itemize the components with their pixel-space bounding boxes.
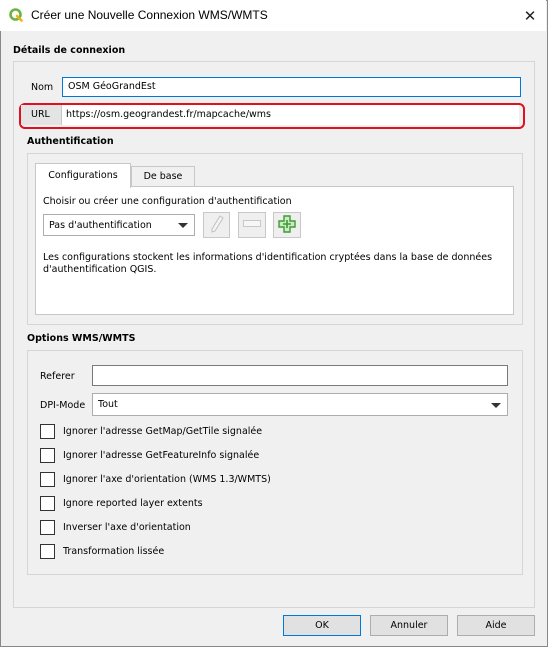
add-plus-icon <box>278 214 296 236</box>
title-bar[interactable]: Créer une Nouvelle Connexion WMS/WMTS ✕ <box>0 0 546 31</box>
checkbox-invert-axis-label[interactable]: Inverser l'axe d'orientation <box>63 522 191 533</box>
remove-minus-icon <box>243 219 261 231</box>
checkbox-invert-axis[interactable] <box>40 520 55 535</box>
checkbox-ignore-axis-orientation[interactable] <box>40 472 55 487</box>
authentication-heading: Authentification <box>27 136 114 147</box>
window-title: Créer une Nouvelle Connexion WMS/WMTS <box>31 8 268 22</box>
name-input[interactable]: OSM GéoGrandEst <box>62 77 521 97</box>
ok-button[interactable]: OK <box>283 615 361 636</box>
url-label: URL <box>31 109 50 120</box>
referer-input[interactable] <box>92 365 508 386</box>
checkbox-ignore-getmap[interactable] <box>40 424 55 439</box>
cancel-button[interactable]: Annuler <box>370 615 448 636</box>
auth-info-line-2: d'authentification QGIS. <box>43 264 157 275</box>
checkbox-ignore-getfeatureinfo-label[interactable]: Ignorer l'adresse GetFeatureInfo signalé… <box>63 450 259 461</box>
checkbox-ignore-layer-extents-label[interactable]: Ignore reported layer extents <box>63 498 203 509</box>
close-icon[interactable]: ✕ <box>516 2 544 29</box>
auth-choose-label: Choisir ou créer une configuration d'aut… <box>43 196 292 207</box>
help-button[interactable]: Aide <box>457 615 535 636</box>
checkbox-ignore-layer-extents[interactable] <box>40 496 55 511</box>
dpi-mode-select[interactable]: Tout <box>92 393 508 416</box>
checkbox-ignore-getfeatureinfo[interactable] <box>40 448 55 463</box>
checkbox-ignore-getmap-label[interactable]: Ignorer l'adresse GetMap/GetTile signalé… <box>63 426 262 437</box>
remove-config-button[interactable] <box>238 212 266 238</box>
dpi-mode-label: DPI-Mode <box>40 400 86 411</box>
name-label: Nom <box>31 82 54 93</box>
url-input[interactable]: https://osm.geograndest.fr/mapcache/wms <box>62 105 519 125</box>
referer-label: Referer <box>40 371 75 382</box>
chevron-down-icon <box>178 223 188 228</box>
chevron-down-icon <box>491 402 501 408</box>
checkbox-ignore-axis-orientation-label[interactable]: Ignorer l'axe d'orientation (WMS 1.3/WMT… <box>63 474 271 485</box>
edit-pencil-icon <box>210 214 224 236</box>
auth-config-value: Pas d'authentification <box>49 219 152 231</box>
tab-de-base[interactable]: De base <box>131 166 195 187</box>
connection-details-heading: Détails de connexion <box>13 45 126 56</box>
add-config-button[interactable] <box>273 212 301 238</box>
dpi-mode-value: Tout <box>98 399 118 410</box>
auth-info-line-1: Les configurations stockent les informat… <box>43 252 493 263</box>
wms-options-heading: Options WMS/WMTS <box>27 333 136 344</box>
checkbox-smooth-transform[interactable] <box>40 544 55 559</box>
auth-config-select[interactable]: Pas d'authentification <box>43 214 195 236</box>
checkbox-smooth-transform-label[interactable]: Transformation lissée <box>63 546 164 557</box>
qgis-logo-icon <box>9 8 23 22</box>
edit-config-button[interactable] <box>203 212 230 238</box>
tab-configurations[interactable]: Configurations <box>35 163 131 188</box>
